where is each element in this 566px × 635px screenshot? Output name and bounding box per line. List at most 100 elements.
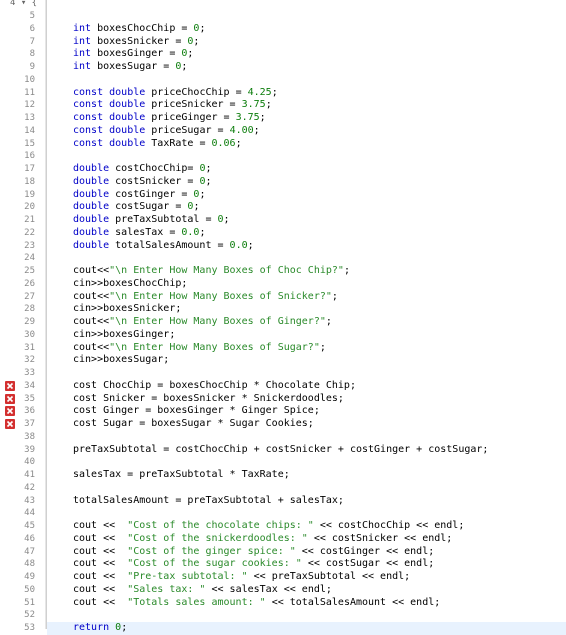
code-line-25[interactable]: cout<<"\n Enter How Many Boxes of Choc C… [47, 265, 566, 278]
gutter-row-17: 17 [0, 163, 45, 176]
code-line-9[interactable]: int boxesSugar = 0; [47, 61, 566, 74]
gutter-row-13: 13 [0, 112, 45, 125]
error-x-icon[interactable] [5, 406, 15, 417]
code-line-21[interactable]: double preTaxSubtotal = 0; [47, 214, 566, 227]
code-line-text: cout<<"\n Enter How Many Boxes of Snicke… [73, 290, 338, 302]
code-line-29[interactable]: cout<<"\n Enter How Many Boxes of Ginger… [47, 316, 566, 329]
code-line-19[interactable]: double costGinger = 0; [47, 189, 566, 202]
code-line-23[interactable]: double totalSalesAmount = 0.0; [47, 240, 566, 253]
line-number: 43 [24, 495, 35, 506]
code-line-31[interactable]: cout<<"\n Enter How Many Boxes of Sugar?… [47, 342, 566, 355]
code-line-51[interactable]: cout << "Totals sales amount: " << total… [47, 597, 566, 610]
gutter-row-47: 47 [0, 546, 45, 559]
code-line-22[interactable]: double salesTax = 0.0; [47, 227, 566, 240]
gutter-row-23: 23 [0, 240, 45, 253]
code-line-16[interactable] [47, 150, 566, 163]
code-line-6[interactable]: int boxesChocChip = 0; [47, 23, 566, 36]
line-number: 44 [24, 508, 35, 519]
code-line-52[interactable] [47, 609, 566, 622]
code-line-text: cout<<"\n Enter How Many Boxes of Ginger… [73, 316, 332, 327]
code-line-24[interactable] [47, 252, 566, 265]
code-line-text: double preTaxSubtotal = 0; [73, 214, 230, 225]
code-line-36[interactable]: cost Ginger = boxesGinger * Ginger Spice… [47, 405, 566, 418]
gutter-row-35: 35 [0, 393, 45, 406]
gutter-row-44: 44 [0, 507, 45, 520]
code-line-text: cout << "Totals sales amount: " << total… [73, 596, 441, 608]
code-line-43[interactable]: totalSalesAmount = preTaxSubtotal + sale… [47, 495, 566, 508]
code-editor[interactable]: 5 6 7 8 9 10 11 12 13 14 15 16 17 18 19 20 21 22 23 24 25 26 2… [0, 0, 566, 635]
code-line-18[interactable]: double costSnicker = 0; [47, 176, 566, 189]
code-line-48[interactable]: cout << "Cost of the sugar cookies: " <<… [47, 558, 566, 571]
line-number: 49 [24, 572, 35, 582]
code-line-44[interactable] [47, 507, 566, 520]
code-line-11[interactable]: const double priceChocChip = 4.25; [47, 87, 566, 100]
line-number: 47 [24, 546, 35, 557]
code-line-34[interactable]: cost ChocChip = boxesChocChip * Chocolat… [47, 380, 566, 393]
code-line-8[interactable]: int boxesGinger = 0; [47, 48, 566, 61]
code-line-40[interactable] [47, 456, 566, 469]
gutter-row-5: 5 [0, 10, 45, 23]
code-line-20[interactable]: double costSugar = 0; [47, 201, 566, 214]
code-line-33[interactable] [47, 367, 566, 380]
code-line-text: double totalSalesAmount = 0.0; [73, 239, 254, 251]
code-line-32[interactable]: cin>>boxesSugar; [47, 354, 566, 367]
code-line-50[interactable]: cout << "Sales tax: " << salesTax << end… [47, 584, 566, 597]
code-line-10[interactable] [47, 74, 566, 87]
error-x-icon[interactable] [5, 393, 15, 404]
line-number: 26 [24, 278, 35, 289]
line-number: 31 [24, 342, 35, 353]
gutter-row-14: 14 [0, 125, 45, 138]
gutter-row-6: 6 [0, 23, 45, 36]
error-x-icon[interactable] [5, 419, 15, 429]
code-line-30[interactable]: cin>>boxesGinger; [47, 329, 566, 342]
gutter-row-25: 25 [0, 265, 45, 278]
line-number-gutter: 5 6 7 8 9 10 11 12 13 14 15 16 17 18 19 20 21 22 23 24 25 26 2… [0, 0, 46, 633]
line-number: 20 [24, 202, 35, 213]
code-line-17[interactable]: double costChocChip= 0; [47, 163, 566, 176]
line-number: 12 [24, 100, 35, 111]
code-line-41[interactable]: salesTax = preTaxSubtotal * TaxRate; [47, 469, 566, 482]
line-number: 52 [24, 610, 35, 621]
line-number: 22 [24, 227, 35, 238]
code-line-35[interactable]: cost Snicker = boxesSnicker * Snickerdoo… [47, 393, 566, 406]
code-line-7[interactable]: int boxesSnicker = 0; [47, 36, 566, 49]
gutter-row-11: 11 [0, 87, 45, 100]
line-number: 42 [24, 482, 35, 493]
gutter-row-15: 15 [0, 138, 45, 151]
code-line-46[interactable]: cout << "Cost of the snickerdoodles: " <… [47, 533, 566, 546]
code-line-42[interactable] [47, 482, 566, 495]
code-line-45[interactable]: cout << "Cost of the chocolate chips: " … [47, 520, 566, 533]
code-line-28[interactable]: cin>>boxesSnicker; [47, 303, 566, 316]
code-line-13[interactable]: const double priceGinger = 3.75; [47, 112, 566, 125]
line-number: 24 [24, 253, 35, 264]
code-line-text: cout << "Sales tax: " << salesTax << end… [73, 583, 332, 595]
line-number: 53 [24, 623, 35, 633]
code-line-27[interactable]: cout<<"\n Enter How Many Boxes of Snicke… [47, 291, 566, 304]
code-line-49[interactable]: cout << "Pre-tax subtotal: " << preTaxSu… [47, 571, 566, 584]
line-number: 40 [24, 457, 35, 468]
code-line-53[interactable]: return 0; [47, 622, 566, 635]
code-line-text: cout << "Cost of the ginger spice: " << … [73, 545, 435, 557]
code-line-text: salesTax = preTaxSubtotal * TaxRate; [73, 469, 290, 480]
code-line-15[interactable]: const double TaxRate = 0.06; [47, 138, 566, 151]
code-line-12[interactable]: const double priceSnicker = 3.75; [47, 99, 566, 112]
code-area[interactable]: int boxesChocChip = 0; int boxesSnicker =… [46, 0, 566, 635]
gutter-row-12: 12 [0, 99, 45, 112]
code-line-37[interactable]: cost Sugar = boxesSugar * Sugar Cookies; [47, 418, 566, 431]
fold-marker-line-4[interactable]: 4 ▾ { [10, 0, 37, 8]
code-line-text: cout << "Pre-tax subtotal: " << preTaxSu… [73, 571, 411, 582]
code-line-text: totalSalesAmount = preTaxSubtotal + sale… [73, 494, 344, 506]
code-line-47[interactable]: cout << "Cost of the ginger spice: " << … [47, 546, 566, 559]
gutter-row-10: 10 [0, 74, 45, 87]
error-x-icon[interactable] [5, 380, 15, 391]
code-line-26[interactable]: cin>>boxesChocChip; [47, 278, 566, 291]
code-line-text: const double priceChocChip = 4.25; [73, 86, 278, 98]
code-line-39[interactable]: preTaxSubtotal = costChocChip + costSnic… [47, 444, 566, 457]
gutter-row-20: 20 [0, 201, 45, 214]
gutter-row-29: 29 [0, 316, 45, 329]
code-line-14[interactable]: const double priceSugar = 4.00; [47, 125, 566, 138]
code-line-text: cin>>boxesSugar; [73, 354, 170, 366]
code-line-5[interactable] [47, 10, 566, 23]
line-number: 46 [24, 533, 35, 544]
code-line-38[interactable] [47, 431, 566, 444]
